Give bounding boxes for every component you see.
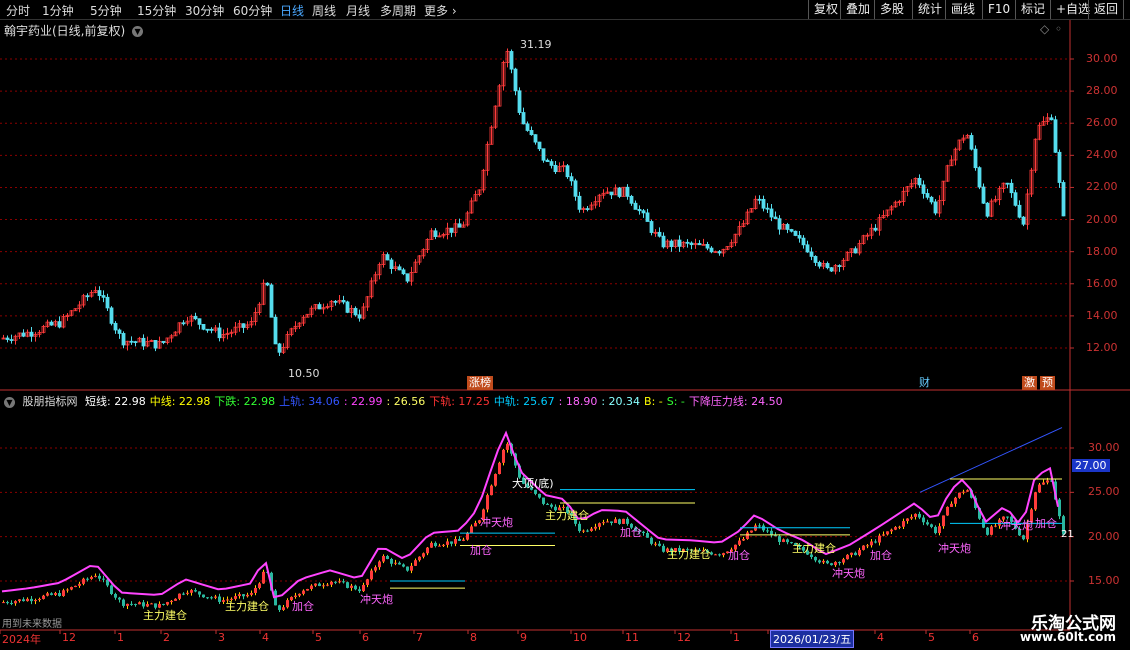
date-tick: 5: [315, 631, 322, 644]
date-tick: 1: [733, 631, 740, 644]
watermark-url: www.60lt.com: [1019, 630, 1116, 644]
main-y-tick: 14.00: [1086, 308, 1118, 322]
date-tick: 12: [62, 631, 76, 644]
date-tick: 11: [625, 631, 639, 644]
indicator-annotation: 冲天炮: [360, 593, 393, 606]
date-tick: 10: [573, 631, 587, 644]
date-tick: 4: [262, 631, 269, 644]
date-tick: 1: [117, 631, 124, 644]
diamond-icon[interactable]: ◇: [1040, 22, 1049, 36]
date-tick: 12: [677, 631, 691, 644]
main-y-tick: 24.00: [1086, 148, 1118, 162]
date-tick: 6: [362, 631, 369, 644]
main-chart-title: 翰宇药业(日线,前复权) ▼: [4, 22, 144, 39]
indicator-annotation: 冲天炮: [938, 542, 971, 555]
indicator-annotation: 主力建仓: [225, 600, 269, 613]
date-tick: 9: [520, 631, 527, 644]
indicator-value: 上轨: 34.06: [279, 395, 340, 408]
indicator-annotation: 冲天炮: [832, 567, 865, 580]
low-price-label: 10.50: [288, 367, 320, 380]
right-edge-label: 21: [1061, 529, 1074, 540]
stock-title: 翰宇药业(日线,前复权): [4, 24, 126, 38]
indicator-value: : 20.34: [601, 395, 641, 408]
indicator-annotation: 主力建仓: [545, 509, 589, 522]
event-financial[interactable]: 财: [917, 376, 932, 390]
cursor-date-label: 2026/01/23/五: [770, 630, 855, 648]
indicator-value: : 22.99: [343, 395, 383, 408]
chevron-down-icon[interactable]: ▼: [132, 26, 144, 37]
indicator-annotation: 大顶(底): [512, 477, 554, 490]
indicator-value: 中线: 22.98: [149, 395, 211, 408]
main-y-tick: 12.00: [1086, 341, 1118, 354]
date-tick: 2: [163, 631, 170, 644]
indicator-values: 短线: 22.98 中线: 22.98 下跌: 22.98 上轨: 34.06: 22…: [85, 395, 787, 408]
date-tick: 4: [877, 631, 884, 644]
indicator-value: : 18.90: [558, 395, 598, 408]
indicator-y-tick: 25.00: [1088, 485, 1120, 499]
indicator-annotation: 主力建仓: [792, 542, 836, 555]
indicator-annotation: 加仓: [470, 544, 492, 557]
indicator-annotation: 加仓: [620, 526, 642, 539]
indicator-value: : 26.56: [386, 395, 426, 408]
collapse-icon[interactable]: ◦: [1055, 22, 1062, 36]
main-y-tick: 20.00: [1086, 212, 1118, 226]
indicator-annotation: 加仓: [292, 600, 314, 613]
current-price-tag: 27.00: [1072, 459, 1110, 472]
indicator-annotation: 冲天炮: [480, 516, 513, 529]
main-y-tick: 18.00: [1086, 244, 1118, 258]
main-y-tick: 22.00: [1086, 180, 1118, 194]
indicator-value: S: -: [666, 395, 685, 408]
event-hot[interactable]: 激: [1022, 376, 1037, 390]
event-forecast[interactable]: 预: [1040, 376, 1055, 390]
main-y-tick: 16.00: [1086, 276, 1118, 290]
indicator-y-tick: 20.00: [1088, 529, 1120, 543]
main-y-tick: 26.00: [1086, 116, 1118, 130]
indicator-name: 股朋指标网: [22, 395, 78, 408]
date-tick: 6: [972, 631, 979, 644]
indicator-annotation: 加仓: [1035, 517, 1057, 530]
future-data-note: 用到未来数据: [2, 619, 62, 630]
indicator-annotation: 加仓: [728, 549, 750, 562]
indicator-value: 下跌: 22.98: [214, 395, 276, 408]
indicator-value: 短线: 22.98: [85, 395, 146, 408]
date-tick: 8: [470, 631, 477, 644]
indicator-value: 中轨: 25.67: [493, 395, 555, 408]
date-tick: 7: [416, 631, 423, 644]
indicator-annotation: 主力建仓: [667, 548, 711, 561]
indicator-value: B: -: [644, 395, 663, 408]
indicator-annotation: 主力建仓: [143, 609, 187, 622]
date-tick: 5: [928, 631, 935, 644]
date-tick: 2024年: [2, 633, 41, 646]
indicator-value: 下降压力线: 24.50: [688, 395, 783, 408]
indicator-header: ▼ 股朋指标网 短线: 22.98 中线: 22.98 下跌: 22.98 上轨: 3…: [4, 393, 791, 409]
indicator-value: 下轨: 17.25: [429, 395, 490, 408]
indicator-annotation: 加仓: [870, 549, 892, 562]
indicator-y-tick: 30.00: [1088, 441, 1120, 454]
event-limit-up[interactable]: 涨榜: [467, 376, 493, 390]
date-tick: 3: [218, 631, 225, 644]
date-axis: 2024年 12 1 2 3 4 5 6 7 8 9 10 11 12 1 2026/01/23/五 4 5 6: [0, 630, 1070, 648]
indicator-annotation: 冲天炮: [1000, 519, 1033, 532]
main-y-tick: 28.00: [1086, 84, 1118, 98]
main-y-tick: 30.00: [1086, 52, 1118, 65]
indicator-y-tick: 15.00: [1088, 574, 1120, 587]
high-price-label: 31.19: [520, 38, 552, 51]
chevron-down-icon[interactable]: ▼: [4, 396, 15, 408]
